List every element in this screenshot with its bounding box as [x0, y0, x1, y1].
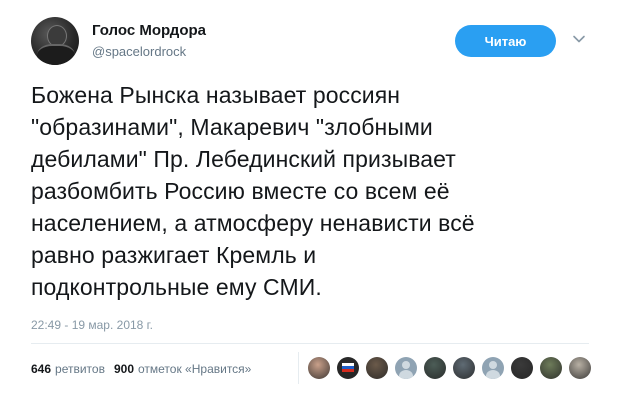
author-handle[interactable]: @spacelordrock — [92, 44, 186, 59]
liker-avatar-3[interactable] — [366, 357, 388, 379]
tweet-stats: 646 ретвитов 900 отметок «Нравится» — [31, 362, 260, 376]
liker-avatar-flag[interactable] — [337, 357, 359, 379]
chevron-down-icon[interactable] — [572, 32, 586, 46]
tweet-text: Божена Рынска называет россиян "образина… — [31, 82, 475, 300]
default-avatar-icon[interactable] — [482, 357, 504, 379]
likes-count: 900 — [113, 362, 134, 376]
tweet-timestamp[interactable]: 22:49 - 19 мар. 2018 г. — [31, 318, 153, 332]
likes-label: отметок «Нравится» — [138, 362, 252, 376]
liker-avatar-6[interactable] — [453, 357, 475, 379]
likes-stat[interactable]: 900 отметок «Нравится» — [114, 362, 251, 376]
liker-avatar-5[interactable] — [424, 357, 446, 379]
author-name[interactable]: Голос Мордора — [92, 22, 206, 39]
retweets-label: ретвитов — [55, 362, 105, 376]
liker-avatar-1[interactable] — [308, 357, 330, 379]
liker-avatar-10[interactable] — [569, 357, 591, 379]
retweets-stat[interactable]: 646 ретвитов — [31, 362, 105, 376]
liker-avatar-8[interactable] — [511, 357, 533, 379]
avatar-body-shape — [37, 44, 75, 65]
author-avatar[interactable] — [31, 17, 79, 65]
divider — [31, 343, 589, 344]
following-button[interactable]: Читаю — [455, 25, 556, 57]
default-avatar-icon[interactable] — [395, 357, 417, 379]
stats-separator — [298, 352, 299, 384]
retweets-count: 646 — [31, 362, 52, 376]
likers-avatars — [308, 357, 598, 379]
liker-avatar-9[interactable] — [540, 357, 562, 379]
